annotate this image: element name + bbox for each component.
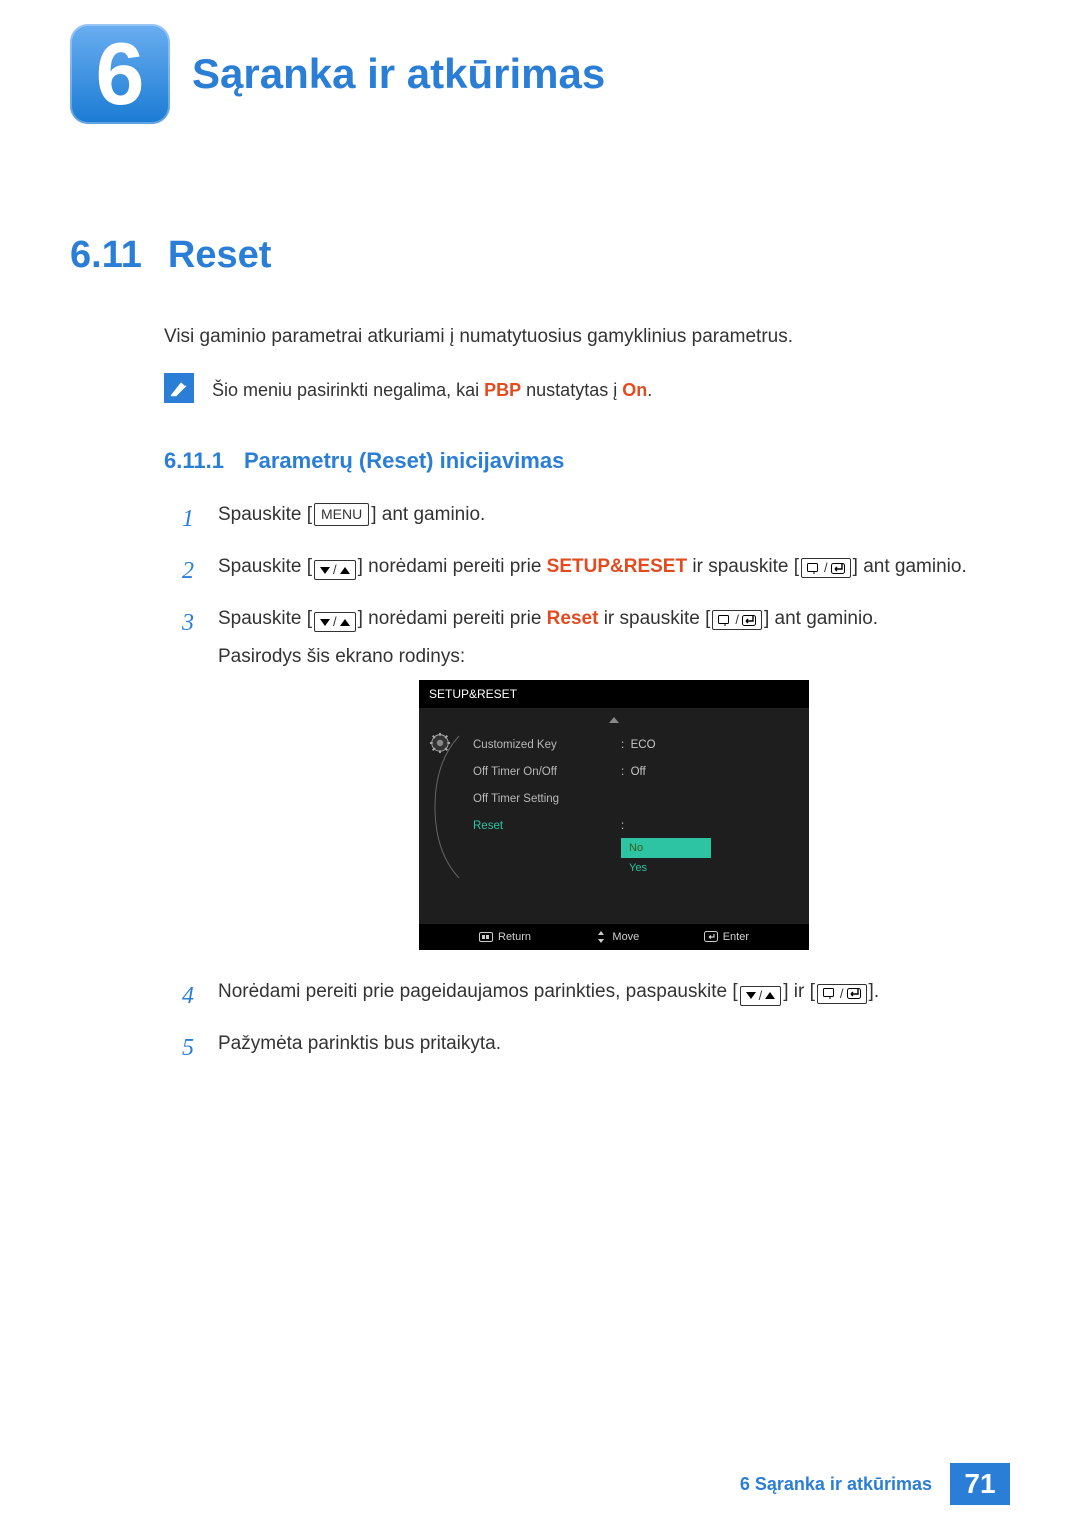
osd-footer: Return Move Enter bbox=[419, 924, 809, 951]
osd-option-no: No bbox=[621, 838, 711, 859]
step-3: 3 Spauskite [/] norėdami pereiti prie Re… bbox=[182, 605, 1010, 963]
down-up-icon: / bbox=[314, 612, 356, 632]
step-text: Spauskite [/] norėdami pereiti prie SETU… bbox=[218, 553, 1010, 582]
osd-menu-item: Customized Key bbox=[473, 732, 603, 759]
osd-value: : ECO bbox=[621, 732, 799, 759]
enter-icon bbox=[704, 931, 718, 942]
text: ir spauskite [ bbox=[598, 608, 710, 629]
text: Spauskite [ bbox=[218, 504, 312, 525]
source-enter-icon: / bbox=[817, 984, 867, 1004]
intro-paragraph: Visi gaminio parametrai atkuriami į numa… bbox=[164, 323, 1010, 351]
sep: : bbox=[621, 766, 624, 778]
setup-reset-keyword: SETUP&RESET bbox=[547, 556, 687, 577]
note-text: Šio meniu pasirinkti negalima, kai PBP n… bbox=[212, 373, 652, 403]
step-4: 4 Norėdami pereiti prie pageidaujamos pa… bbox=[182, 978, 1010, 1014]
text: Norėdami pereiti prie pageidaujamos pari… bbox=[218, 981, 738, 1002]
subsection-title: Parametrų (Reset) inicijavimas bbox=[244, 445, 564, 477]
step-number: 4 bbox=[182, 978, 200, 1014]
menu-button-label: MENU bbox=[314, 503, 369, 526]
osd-screenshot: SETUP&RESET bbox=[218, 680, 1010, 951]
osd-footer-move: Move bbox=[595, 929, 639, 946]
step-list: 1 Spauskite [MENU] ant gaminio. 2 Spausk… bbox=[182, 501, 1010, 1067]
osd-values: : ECO : Off : No Yes bbox=[613, 732, 799, 884]
footer-text: 6 Sąranka ir atkūrimas bbox=[740, 1463, 932, 1505]
step-text: Norėdami pereiti prie pageidaujamos pari… bbox=[218, 978, 1010, 1007]
note-suffix: . bbox=[647, 380, 652, 400]
note-on: On bbox=[622, 380, 647, 400]
value: ECO bbox=[631, 739, 656, 751]
label: Move bbox=[612, 929, 639, 946]
text: ] ant gaminio. bbox=[764, 608, 878, 629]
osd-menu-item: Off Timer Setting bbox=[473, 786, 603, 813]
osd-side-curve bbox=[429, 732, 463, 884]
text: Spauskite [ bbox=[218, 608, 312, 629]
osd-body: Customized Key Off Timer On/Off Off Time… bbox=[419, 728, 809, 924]
page-footer: 6 Sąranka ir atkūrimas 71 bbox=[740, 1463, 1010, 1505]
value: Off bbox=[631, 766, 646, 778]
source-enter-icon: / bbox=[801, 558, 851, 578]
osd-menu: Customized Key Off Timer On/Off Off Time… bbox=[473, 732, 603, 884]
sep: : bbox=[621, 739, 624, 751]
step-number: 5 bbox=[182, 1030, 200, 1066]
step-number: 2 bbox=[182, 553, 200, 589]
step-number: 1 bbox=[182, 501, 200, 537]
osd-value: : Off bbox=[621, 759, 799, 786]
note-pbp: PBP bbox=[484, 380, 521, 400]
text: ] norėdami pereiti prie bbox=[358, 556, 547, 577]
step-2: 2 Spauskite [/] norėdami pereiti prie SE… bbox=[182, 553, 1010, 589]
osd-footer-enter: Enter bbox=[704, 929, 749, 946]
section-title: Reset bbox=[168, 234, 272, 277]
subsection-heading: 6.11.1 Parametrų (Reset) inicijavimas bbox=[164, 445, 1010, 477]
step-text: Spauskite [MENU] ant gaminio. bbox=[218, 501, 1010, 530]
osd-option-yes: Yes bbox=[621, 858, 799, 879]
gear-icon bbox=[429, 732, 451, 754]
sep: : bbox=[621, 820, 624, 832]
osd-value bbox=[621, 786, 799, 813]
osd-value: : No Yes bbox=[621, 813, 799, 883]
step-text: Pažymėta parinktis bus pritaikyta. bbox=[218, 1030, 1010, 1059]
text: ] ir [ bbox=[783, 981, 815, 1002]
return-icon bbox=[479, 932, 493, 942]
note-icon bbox=[164, 373, 194, 403]
section-number: 6.11 bbox=[70, 234, 142, 277]
page-number-badge: 71 bbox=[950, 1463, 1010, 1505]
move-icon bbox=[595, 931, 607, 943]
subsection-number: 6.11.1 bbox=[164, 445, 224, 477]
text: Spauskite [ bbox=[218, 556, 312, 577]
text: Pasirodys šis ekrano rodinys: bbox=[218, 646, 465, 667]
text: ] ant gaminio. bbox=[371, 504, 485, 525]
osd-reset-options: No Yes bbox=[621, 838, 799, 879]
section-body: Visi gaminio parametrai atkuriami į numa… bbox=[164, 323, 1010, 1066]
note-prefix: Šio meniu pasirinkti negalima, kai bbox=[212, 380, 484, 400]
step-number: 3 bbox=[182, 605, 200, 641]
text: ] norėdami pereiti prie bbox=[358, 608, 547, 629]
step-1: 1 Spauskite [MENU] ant gaminio. bbox=[182, 501, 1010, 537]
osd-footer-return: Return bbox=[479, 929, 531, 946]
note: Šio meniu pasirinkti negalima, kai PBP n… bbox=[164, 373, 1010, 403]
osd-up-arrow bbox=[419, 708, 809, 728]
section-heading: 6.11 Reset bbox=[70, 234, 1010, 277]
step-text: Spauskite [/] norėdami pereiti prie Rese… bbox=[218, 605, 1010, 963]
page: 6 Sąranka ir atkūrimas 6.11 Reset Visi g… bbox=[0, 0, 1080, 1527]
step-5: 5 Pažymėta parinktis bus pritaikyta. bbox=[182, 1030, 1010, 1066]
chapter-header: 6 Sąranka ir atkūrimas bbox=[70, 24, 1010, 124]
reset-keyword: Reset bbox=[547, 608, 599, 629]
osd-menu-item-active: Reset bbox=[473, 813, 603, 840]
osd-menu-item: Off Timer On/Off bbox=[473, 759, 603, 786]
chapter-title: Sąranka ir atkūrimas bbox=[192, 24, 605, 124]
chapter-number-badge: 6 bbox=[70, 24, 170, 124]
label: Enter bbox=[723, 929, 749, 946]
osd: SETUP&RESET bbox=[419, 680, 809, 951]
source-enter-icon: / bbox=[712, 610, 762, 630]
osd-title: SETUP&RESET bbox=[419, 680, 809, 708]
text: ]. bbox=[869, 981, 880, 1002]
down-up-icon: / bbox=[740, 986, 782, 1006]
note-mid: nustatytas į bbox=[521, 380, 622, 400]
text: ] ant gaminio. bbox=[853, 556, 967, 577]
down-up-icon: / bbox=[314, 560, 356, 580]
label: Return bbox=[498, 929, 531, 946]
text: ir spauskite [ bbox=[687, 556, 799, 577]
